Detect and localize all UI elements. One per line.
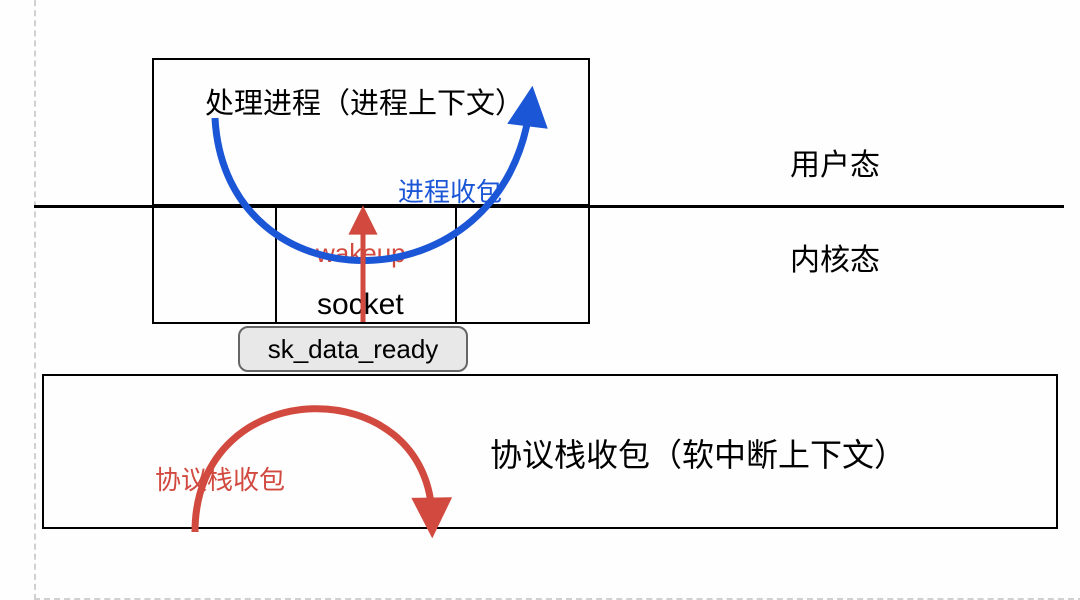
sk-data-ready-box: sk_data_ready <box>238 326 468 372</box>
protocol-recv-arrow-label: 协议栈收包 <box>155 460 285 497</box>
user-space-label: 用户态 <box>790 140 880 184</box>
socket-label: socket <box>317 288 404 322</box>
sk-data-ready-label: sk_data_ready <box>268 334 439 365</box>
wakeup-label: wakeup <box>316 238 406 269</box>
user-kernel-divider <box>34 205 1064 208</box>
protocol-stack-title: 协议栈收包（软中断上下文） <box>490 430 906 476</box>
kernel-space-label: 内核态 <box>790 235 880 279</box>
process-context-title: 处理进程（进程上下文） <box>205 80 524 122</box>
process-recv-label: 进程收包 <box>398 172 502 209</box>
